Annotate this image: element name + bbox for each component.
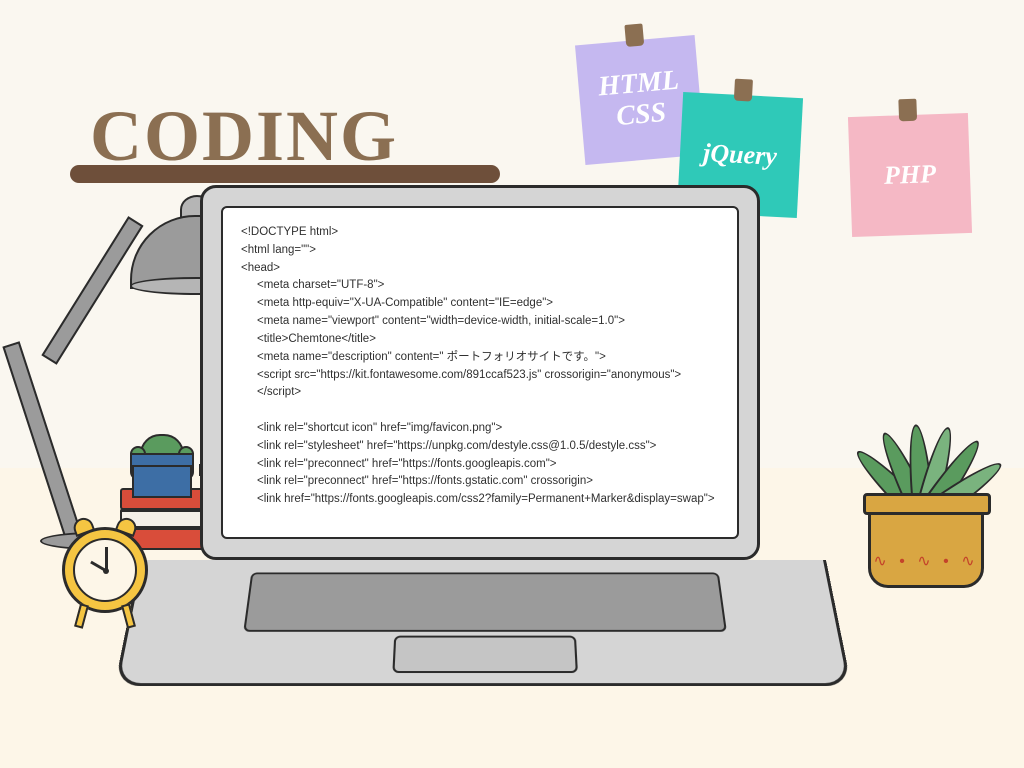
laptop-screen-frame: <!DOCTYPE html><html lang=""><head><meta… bbox=[200, 185, 760, 560]
wall-shelf bbox=[70, 165, 500, 183]
code-line: <link rel="stylesheet" href="https://unp… bbox=[241, 438, 719, 456]
code-line: <!DOCTYPE html> bbox=[241, 224, 719, 242]
sticky-note-php: PHP bbox=[848, 113, 972, 237]
code-line: <link rel="preconnect" href="https://fon… bbox=[241, 473, 719, 491]
note-text: jQuery bbox=[702, 138, 777, 172]
code-line: <title>Chemtone</title> bbox=[241, 331, 719, 349]
note-text: CSS bbox=[615, 98, 667, 133]
code-line: <meta http-equiv="X-UA-Compatible" conte… bbox=[241, 295, 719, 313]
laptop-base bbox=[114, 560, 851, 686]
note-text: HTML bbox=[597, 66, 680, 104]
keyboard-icon bbox=[243, 572, 727, 631]
code-line: <meta name="viewport" content="width=dev… bbox=[241, 313, 719, 331]
note-text: PHP bbox=[883, 159, 936, 191]
potted-plant-icon: ∿ • ∿ • ∿ bbox=[868, 502, 984, 588]
code-line: <link rel="preconnect" href="https://fon… bbox=[241, 456, 719, 474]
plant-pot-icon bbox=[132, 459, 192, 498]
code-line: <html lang=""> bbox=[241, 242, 719, 260]
code-line: <meta name="description" content=" ポートフォ… bbox=[241, 349, 719, 367]
code-line: <link rel="shortcut icon" href="img/favi… bbox=[241, 420, 719, 438]
shelf-sign-text: CODING bbox=[90, 96, 398, 176]
lamp-arm-icon bbox=[41, 216, 143, 365]
code-line: <meta charset="UTF-8"> bbox=[241, 277, 719, 295]
laptop: <!DOCTYPE html><html lang=""><head><meta… bbox=[200, 185, 826, 693]
laptop-screen-code: <!DOCTYPE html><html lang=""><head><meta… bbox=[221, 206, 739, 539]
code-line: <head> bbox=[241, 260, 719, 278]
code-line: <script src="https://kit.fontawesome.com… bbox=[241, 367, 719, 403]
code-line: <link href="https://fonts.googleapis.com… bbox=[241, 491, 719, 509]
code-line bbox=[241, 402, 719, 420]
alarm-clock-icon bbox=[62, 527, 148, 613]
trackpad-icon bbox=[392, 636, 578, 673]
